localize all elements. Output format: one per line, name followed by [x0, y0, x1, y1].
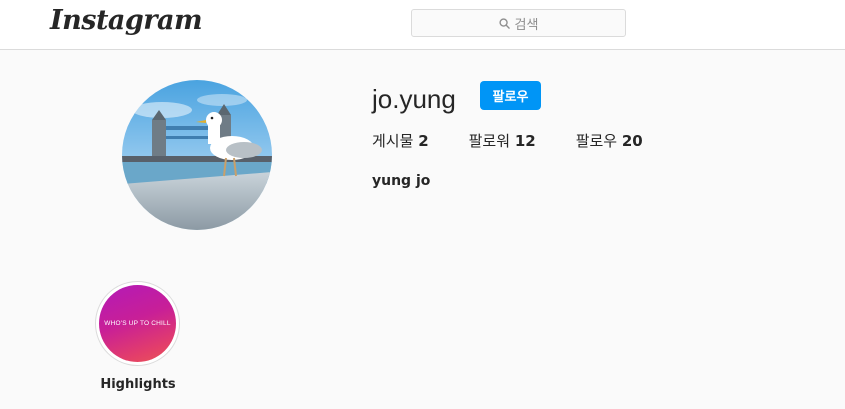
stat-followers-count: 12 — [514, 132, 536, 150]
profile-stats: 게시물 2 팔로워 12 팔로우 20 — [372, 130, 683, 151]
profile-username: jo.yung — [372, 84, 456, 114]
search-icon — [498, 17, 510, 29]
follow-button[interactable]: 팔로우 — [480, 81, 541, 110]
search-placeholder: 검색 — [514, 17, 539, 33]
stat-following-label: 팔로우 — [575, 132, 618, 150]
instagram-logo[interactable]: Instagram — [50, 5, 203, 36]
profile-avatar[interactable] — [122, 80, 272, 230]
stat-followers[interactable]: 팔로워 12 — [469, 130, 536, 151]
top-navigation-bar: Instagram 검색 — [0, 0, 845, 50]
stat-following[interactable]: 팔로우 20 — [576, 130, 643, 151]
search-box[interactable]: 검색 — [411, 9, 626, 37]
stat-following-count: 20 — [621, 132, 643, 150]
highlight-cover: WHO'S UP TO CHILL — [99, 285, 176, 362]
profile-full-name: yung jo — [372, 173, 431, 189]
stat-posts-label: 게시물 — [372, 132, 414, 150]
avatar-photo — [122, 80, 272, 230]
highlight-cover-text: WHO'S UP TO CHILL — [104, 320, 171, 327]
stat-posts[interactable]: 게시물 2 — [372, 130, 429, 151]
highlight-label[interactable]: Highlights — [98, 377, 178, 392]
story-highlight[interactable]: WHO'S UP TO CHILL — [95, 281, 180, 366]
stat-followers-label: 팔로워 — [468, 132, 511, 150]
stat-posts-count: 2 — [418, 132, 429, 150]
